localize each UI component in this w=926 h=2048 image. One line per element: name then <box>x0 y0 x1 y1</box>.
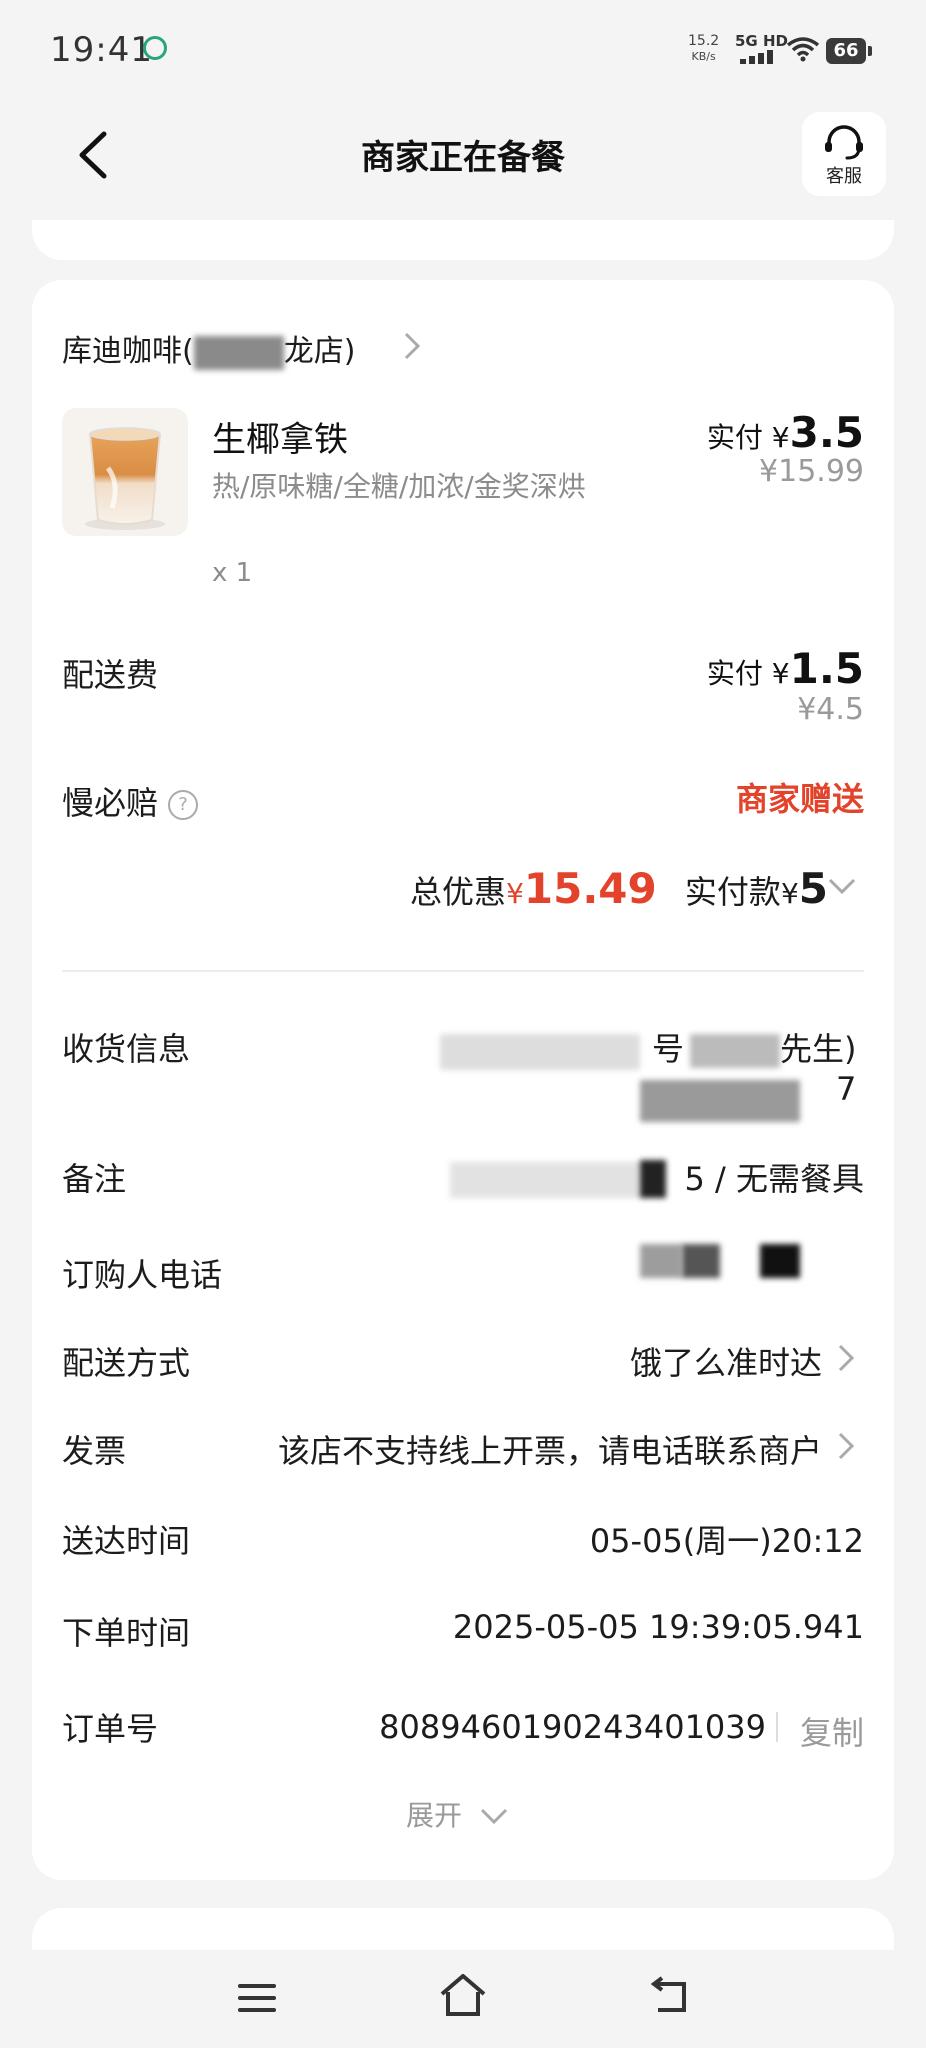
totals-row[interactable]: 总优惠¥15.49 实付款¥5 <box>410 864 828 913</box>
paid-label: 实付 ¥ <box>706 657 790 690</box>
slow-compensation-label: 慢必赔 <box>62 784 159 822</box>
delivery-fee-label: 配送费 <box>62 656 159 694</box>
network-speed: 15.2 KB/s <box>688 34 719 64</box>
chevron-right-icon <box>404 332 421 360</box>
receiver-info-label: 收货信息 <box>62 1030 191 1068</box>
expand-button[interactable]: 展开 <box>406 1794 509 1834</box>
previous-card <box>32 220 894 260</box>
paid-amount: 3.5 <box>789 408 864 457</box>
delivery-fee-original-price: ¥4.5 <box>797 692 864 727</box>
system-nav-bar <box>0 1950 926 2048</box>
page-title: 商家正在备餐 <box>361 138 565 178</box>
back-nav-icon[interactable] <box>648 1976 692 2016</box>
signal-icon <box>740 50 776 64</box>
product-original-price: ¥15.99 <box>759 454 864 489</box>
order-number-value: 8089460190243401039 <box>379 1708 766 1746</box>
expand-label: 展开 <box>406 1799 463 1832</box>
redacted-text <box>640 1080 800 1122</box>
store-name-prefix: 库迪咖啡( <box>62 334 194 369</box>
redacted-text <box>450 1162 640 1198</box>
order-number-label: 订单号 <box>62 1710 159 1748</box>
delivery-fee-paid: 实付 ¥1.5 <box>707 644 864 693</box>
remark-label: 备注 <box>62 1160 127 1198</box>
discount-currency: ¥ <box>506 877 524 910</box>
status-bar: 19:41 15.2 KB/s 5G HD 66 <box>0 0 926 100</box>
customer-service-button[interactable]: 客服 <box>802 112 886 196</box>
remark-value: 5 / 无需餐具 <box>684 1160 865 1198</box>
actual-paid-currency: ¥ <box>780 877 799 910</box>
arrival-time-label: 送达时间 <box>62 1522 191 1560</box>
arrival-time-value: 05-05(周一)20:12 <box>589 1522 864 1560</box>
order-time-value: 2025-05-05 19:39:05.941 <box>452 1608 864 1646</box>
delivery-method-value[interactable]: 饿了么准时达 <box>630 1338 822 1384</box>
headset-icon <box>825 125 863 160</box>
discount-label: 总优惠 <box>410 873 507 911</box>
slow-compensation-value: 商家赠送 <box>735 780 864 818</box>
discount-amount: 15.49 <box>523 864 657 913</box>
redacted-text <box>193 335 284 370</box>
network-type: 5G HD <box>735 32 788 50</box>
slow-compensation-row: 慢必赔? <box>62 778 199 824</box>
home-icon[interactable] <box>438 1972 488 2018</box>
app-notification-icon <box>143 36 167 60</box>
help-icon[interactable]: ? <box>168 790 199 820</box>
buyer-phone-label: 订购人电话 <box>62 1256 223 1294</box>
menu-icon[interactable] <box>236 1980 278 2016</box>
chevron-right-icon[interactable] <box>836 1430 856 1462</box>
delivery-method-label: 配送方式 <box>62 1344 191 1382</box>
divider <box>62 970 864 972</box>
chevron-right-icon[interactable] <box>836 1342 856 1374</box>
product-name: 生椰拿铁 <box>212 420 348 460</box>
order-time-label: 下单时间 <box>62 1614 191 1652</box>
redacted-text <box>690 1034 780 1068</box>
wifi-icon <box>786 37 820 62</box>
store-name-suffix: 龙店) <box>283 334 356 369</box>
product-paid-price: 实付 ¥3.5 <box>707 408 864 457</box>
product-image[interactable] <box>62 408 188 536</box>
redacted-text <box>640 1160 666 1198</box>
customer-service-label: 客服 <box>826 166 862 187</box>
redacted-text <box>760 1244 800 1278</box>
status-time: 19:41 <box>50 30 153 70</box>
network-speed-value: 15.2 <box>688 33 720 49</box>
redacted-text <box>682 1244 720 1278</box>
product-spec: 热/原味糖/全糖/加浓/金奖深烘 <box>212 470 586 503</box>
receiver-phone-fragment: 7 <box>836 1070 857 1108</box>
actual-paid-amount: 5 <box>798 864 828 913</box>
chevron-down-icon[interactable] <box>826 876 858 896</box>
invoice-value[interactable]: 该店不支持线上开票，请电话联系商户 <box>278 1426 822 1472</box>
receiver-address-fragment: 号 <box>652 1030 685 1068</box>
copy-button[interactable]: 复制 <box>800 1708 864 1754</box>
store-name-link[interactable]: 库迪咖啡( 龙店) <box>62 326 355 370</box>
paid-amount: 1.5 <box>789 644 864 693</box>
chevron-down-icon <box>480 1808 507 1825</box>
receiver-name-fragment: 先生) <box>780 1030 857 1068</box>
invoice-label: 发票 <box>62 1432 127 1470</box>
iced-latte-cup-icon <box>85 427 165 530</box>
redacted-text <box>640 1244 682 1278</box>
battery-icon: 66 <box>826 38 872 64</box>
paid-label: 实付 ¥ <box>706 421 790 454</box>
divider <box>776 1712 778 1742</box>
redacted-text <box>440 1034 640 1070</box>
actual-paid-label: 实付款 <box>684 873 781 911</box>
product-quantity: x 1 <box>212 558 253 588</box>
network-speed-unit: KB/s <box>691 50 716 63</box>
